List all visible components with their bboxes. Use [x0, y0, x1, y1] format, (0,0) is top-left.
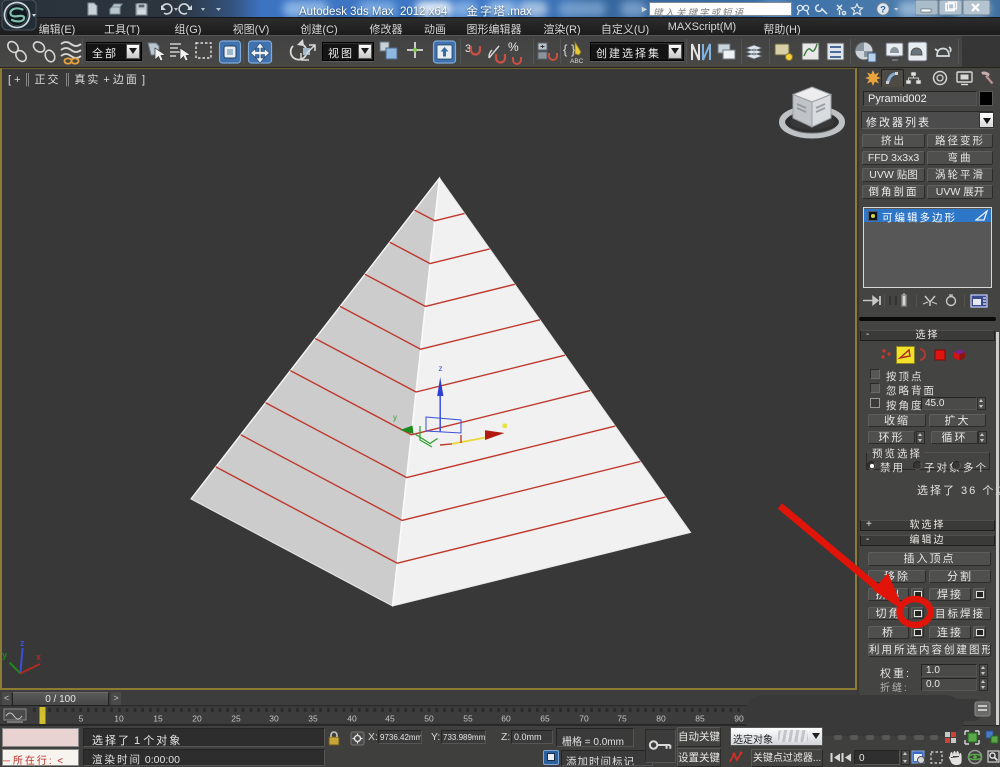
svg-text:z: z [20, 638, 25, 648]
svg-text:25: 25 [231, 714, 241, 724]
svg-text:80: 80 [656, 714, 666, 724]
svg-text:60: 60 [501, 714, 511, 724]
svg-text:y: y [2, 650, 7, 660]
svg-text:y: y [393, 413, 397, 422]
svg-text:x: x [36, 652, 41, 662]
svg-text:85: 85 [695, 714, 705, 724]
svg-text:90: 90 [734, 714, 744, 724]
svg-text:55: 55 [463, 714, 473, 724]
svg-text:70: 70 [579, 714, 589, 724]
svg-text:45: 45 [385, 714, 395, 724]
svg-text:10: 10 [114, 714, 124, 724]
svg-text:35: 35 [308, 714, 318, 724]
svg-text:{ }: { } [563, 42, 576, 57]
svg-text:30: 30 [269, 714, 279, 724]
svg-text:z: z [439, 364, 443, 373]
svg-text:15: 15 [153, 714, 163, 724]
svg-text:%: % [508, 40, 519, 54]
svg-text:50: 50 [424, 714, 434, 724]
svg-text:5: 5 [79, 714, 84, 724]
svg-text:ABC: ABC [570, 58, 584, 65]
svg-text:40: 40 [347, 714, 357, 724]
svg-text:65: 65 [540, 714, 550, 724]
svg-text:20: 20 [192, 714, 202, 724]
svg-text:75: 75 [617, 714, 627, 724]
svg-text:?: ? [880, 4, 886, 15]
